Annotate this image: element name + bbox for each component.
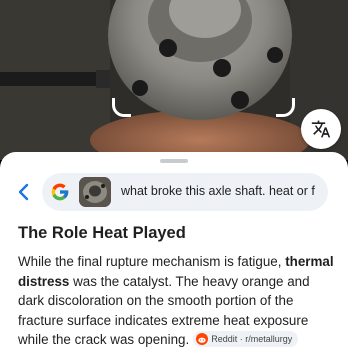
- reddit-icon: [196, 333, 209, 346]
- answer-text-part1: While the final rupture mechanism is fat…: [18, 254, 286, 269]
- source-chip-label: Reddit · r/metallurgy: [211, 333, 293, 344]
- google-logo: [51, 183, 69, 201]
- source-chip[interactable]: Reddit · r/metallurgy: [193, 331, 299, 348]
- results-sheet: what broke this axle shaft. heat or f Th…: [0, 152, 348, 352]
- translate-button[interactable]: [301, 109, 341, 149]
- search-query-text[interactable]: what broke this axle shaft. heat or f: [121, 184, 326, 198]
- query-image-thumbnail[interactable]: [79, 177, 111, 207]
- answer-paragraph: While the final rupture mechanism is fat…: [18, 252, 336, 350]
- camera-photo: [0, 0, 348, 160]
- back-arrow-icon: [18, 183, 29, 201]
- axle-thumbnail-image: [79, 177, 111, 207]
- axle-photo-image: [0, 0, 348, 160]
- answer-heading: The Role Heat Played: [18, 224, 186, 242]
- translate-icon: [311, 120, 331, 138]
- sheet-drag-handle[interactable]: [160, 159, 188, 163]
- back-button[interactable]: [12, 180, 36, 204]
- search-bar[interactable]: what broke this axle shaft. heat or f: [42, 173, 328, 211]
